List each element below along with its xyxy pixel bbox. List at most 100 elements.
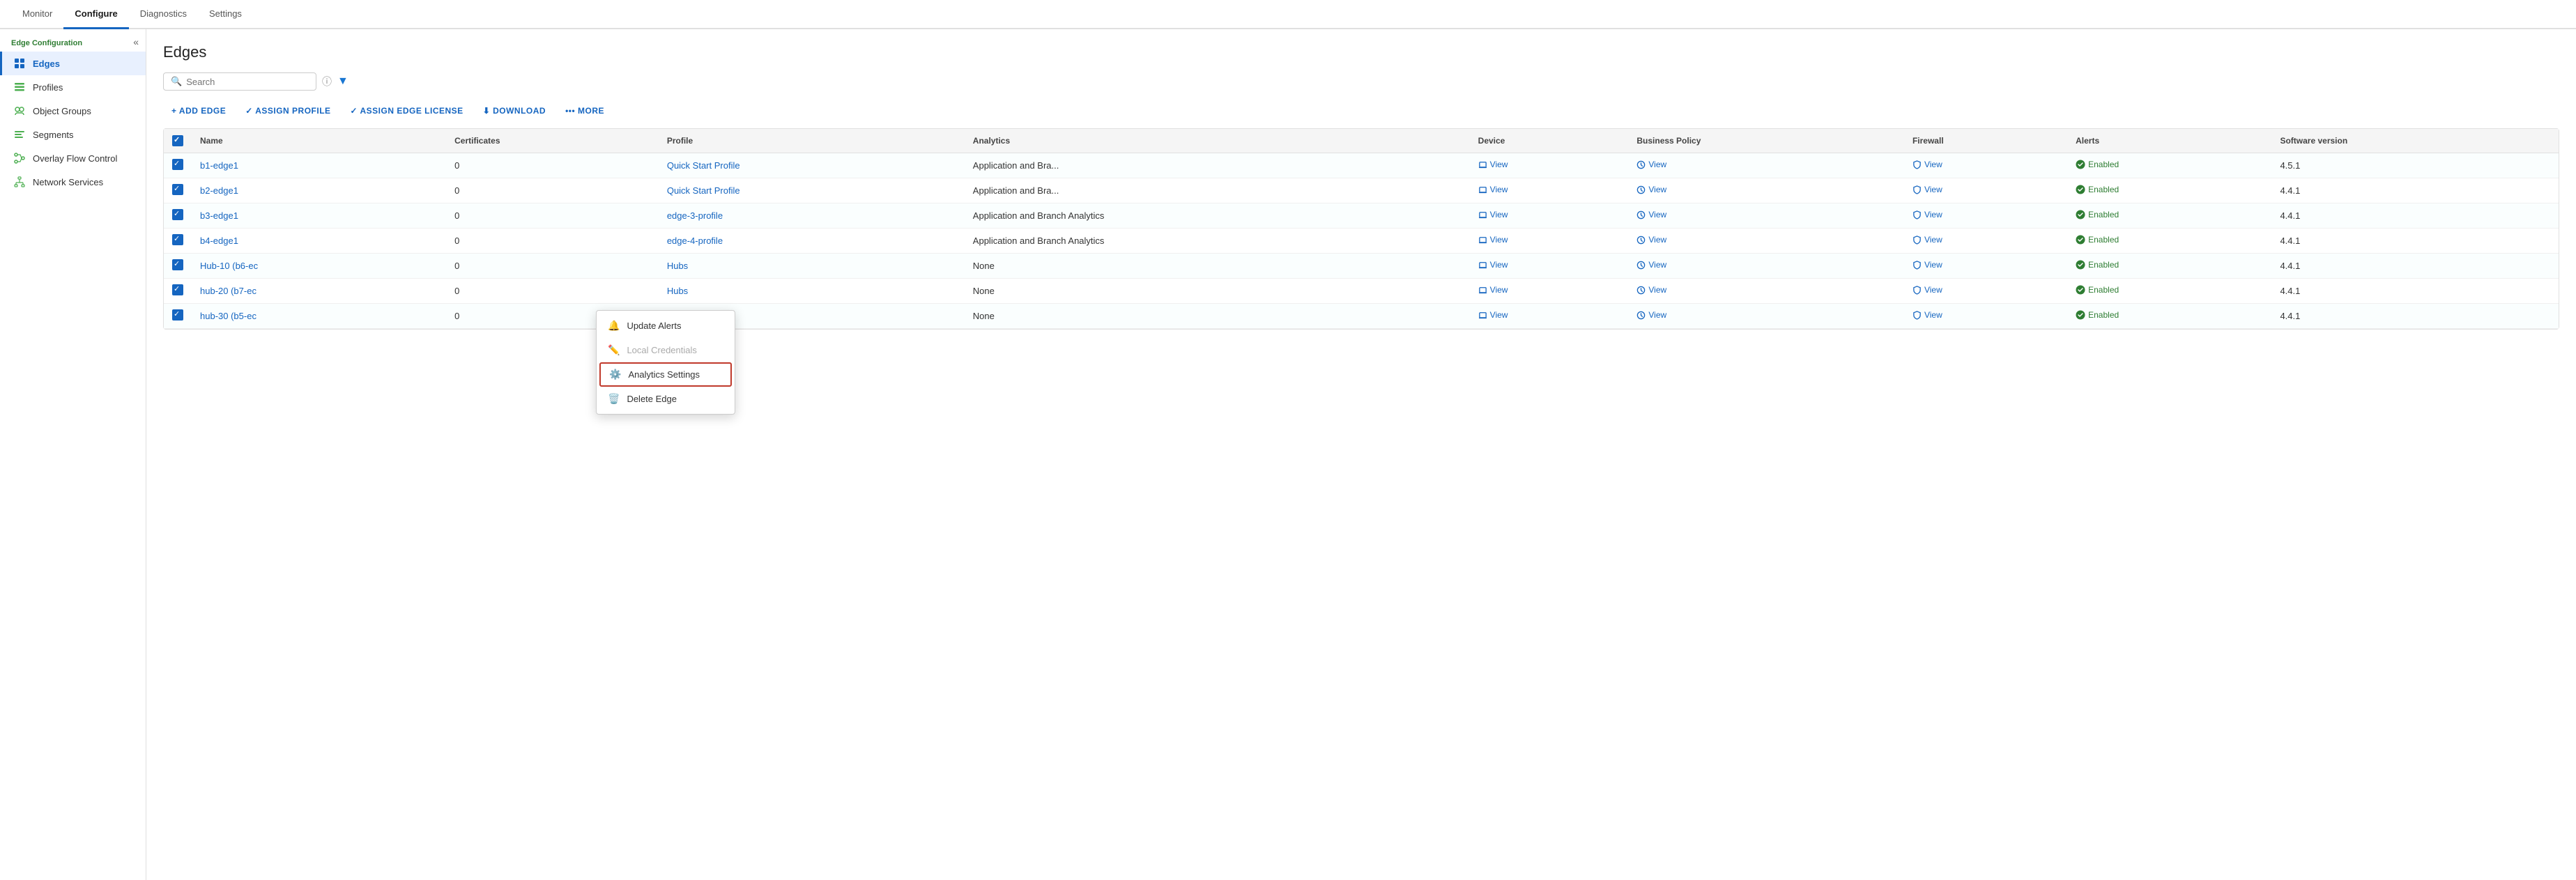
header-device: Device [1470, 129, 1629, 153]
header-checkbox-col [164, 129, 192, 153]
table-row: b2-edge1 0 Quick Start Profile Applicati… [164, 178, 2559, 203]
bp-view-link[interactable]: View [1636, 210, 1666, 219]
row-firewall: View [1904, 178, 2067, 203]
select-all-checkbox[interactable] [172, 135, 183, 146]
row-analytics: Application and Bra... [965, 178, 1470, 203]
sidebar-collapse-button[interactable]: « [133, 36, 139, 47]
row-checkbox[interactable] [172, 234, 183, 245]
nav-settings[interactable]: Settings [198, 0, 253, 29]
table-row: hub-30 (b5-ec 0 Hubs None View View View [164, 304, 2559, 329]
fw-view-link[interactable]: View [1912, 210, 1942, 219]
fw-view-link[interactable]: View [1912, 185, 1942, 194]
sidebar-item-profiles[interactable]: Profiles [0, 75, 146, 99]
fw-view-link[interactable]: View [1912, 310, 1942, 320]
gear-icon: ⚙️ [609, 369, 621, 380]
device-view-link[interactable]: View [1478, 260, 1508, 270]
row-profile[interactable]: Hubs [659, 254, 965, 279]
fw-view-link[interactable]: View [1912, 285, 1942, 295]
sidebar-item-overlay-flow[interactable]: Overlay Flow Control [0, 146, 146, 170]
profiles-icon [13, 81, 26, 93]
device-view-link[interactable]: View [1478, 210, 1508, 219]
menu-item-analytics-settings[interactable]: ⚙️ Analytics Settings [599, 362, 732, 387]
header-business-policy: Business Policy [1628, 129, 1904, 153]
row-profile[interactable]: edge-4-profile [659, 229, 965, 254]
row-checkbox[interactable] [172, 184, 183, 195]
sidebar-item-segments-label: Segments [33, 130, 74, 140]
menu-item-delete-edge[interactable]: 🗑️ Delete Edge [597, 387, 735, 411]
sidebar-item-object-groups[interactable]: Object Groups [0, 99, 146, 123]
row-device: View [1470, 279, 1629, 304]
row-alerts: Enabled [2067, 178, 2271, 203]
row-checkbox[interactable] [172, 159, 183, 170]
edges-icon [13, 57, 26, 70]
trash-icon: 🗑️ [608, 393, 620, 405]
row-name[interactable]: b2-edge1 [192, 178, 446, 203]
bp-view-link[interactable]: View [1636, 260, 1666, 270]
row-name[interactable]: b1-edge1 [192, 153, 446, 178]
device-view-link[interactable]: View [1478, 285, 1508, 295]
fw-view-link[interactable]: View [1912, 160, 1942, 169]
row-profile[interactable]: Quick Start Profile [659, 153, 965, 178]
search-input[interactable] [186, 77, 291, 87]
alerts-badge: Enabled [2076, 310, 2119, 320]
row-name[interactable]: hub-20 (b7-ec [192, 279, 446, 304]
row-certificates: 0 [446, 153, 659, 178]
row-name[interactable]: Hub-10 (b6-ec [192, 254, 446, 279]
bp-view-link[interactable]: View [1636, 285, 1666, 295]
sidebar-item-network-services-label: Network Services [33, 177, 103, 187]
row-business-policy: View [1628, 229, 1904, 254]
nav-configure[interactable]: Configure [63, 0, 128, 29]
bp-view-link[interactable]: View [1636, 185, 1666, 194]
row-name[interactable]: b3-edge1 [192, 203, 446, 229]
row-checkbox[interactable] [172, 209, 183, 220]
row-profile[interactable]: edge-3-profile [659, 203, 965, 229]
search-input-wrap[interactable]: 🔍 [163, 72, 316, 91]
device-view-link[interactable]: View [1478, 160, 1508, 169]
bp-view-link[interactable]: View [1636, 160, 1666, 169]
row-business-policy: View [1628, 203, 1904, 229]
row-profile[interactable]: Quick Start Profile [659, 178, 965, 203]
menu-analytics-settings-label: Analytics Settings [628, 369, 700, 380]
row-name[interactable]: hub-30 (b5-ec [192, 304, 446, 329]
sidebar-item-segments[interactable]: Segments [0, 123, 146, 146]
row-analytics: None [965, 279, 1470, 304]
device-view-link[interactable]: View [1478, 235, 1508, 245]
row-checkbox[interactable] [172, 309, 183, 321]
bp-view-link[interactable]: View [1636, 310, 1666, 320]
menu-item-update-alerts[interactable]: 🔔 Update Alerts [597, 314, 735, 338]
add-edge-button[interactable]: + ADD EDGE [163, 102, 234, 120]
row-device: View [1470, 178, 1629, 203]
bp-view-link[interactable]: View [1636, 235, 1666, 245]
assign-license-button[interactable]: ✓ ASSIGN EDGE LICENSE [342, 102, 472, 120]
sidebar-item-edges[interactable]: Edges [0, 52, 146, 75]
header-certificates: Certificates [446, 129, 659, 153]
row-firewall: View [1904, 203, 2067, 229]
nav-monitor[interactable]: Monitor [11, 0, 63, 29]
row-business-policy: View [1628, 178, 1904, 203]
fw-view-link[interactable]: View [1912, 260, 1942, 270]
device-view-link[interactable]: View [1478, 185, 1508, 194]
row-checkbox[interactable] [172, 284, 183, 295]
row-certificates: 0 [446, 254, 659, 279]
row-profile[interactable]: Hubs [659, 279, 965, 304]
row-checkbox[interactable] [172, 259, 183, 270]
info-icon[interactable]: ⓘ [322, 75, 332, 88]
more-button[interactable]: ••• MORE [557, 102, 613, 120]
sidebar-item-network-services[interactable]: Network Services [0, 170, 146, 194]
menu-delete-edge-label: Delete Edge [627, 394, 677, 404]
table-header-row: Name Certificates Profile Analytics Devi… [164, 129, 2559, 153]
nav-diagnostics[interactable]: Diagnostics [129, 0, 198, 29]
row-analytics: None [965, 304, 1470, 329]
row-analytics: Application and Bra... [965, 153, 1470, 178]
filter-icon[interactable]: ▼ [337, 75, 348, 88]
row-alerts: Enabled [2067, 153, 2271, 178]
alerts-badge: Enabled [2076, 210, 2119, 219]
row-checkbox-cell [164, 178, 192, 203]
assign-profile-button[interactable]: ✓ ASSIGN PROFILE [237, 102, 339, 120]
row-business-policy: View [1628, 304, 1904, 329]
device-view-link[interactable]: View [1478, 310, 1508, 320]
row-name[interactable]: b4-edge1 [192, 229, 446, 254]
fw-view-link[interactable]: View [1912, 235, 1942, 245]
download-button[interactable]: ⬇ DOWNLOAD [475, 102, 554, 120]
search-bar: 🔍 ⓘ ▼ [163, 72, 2559, 91]
